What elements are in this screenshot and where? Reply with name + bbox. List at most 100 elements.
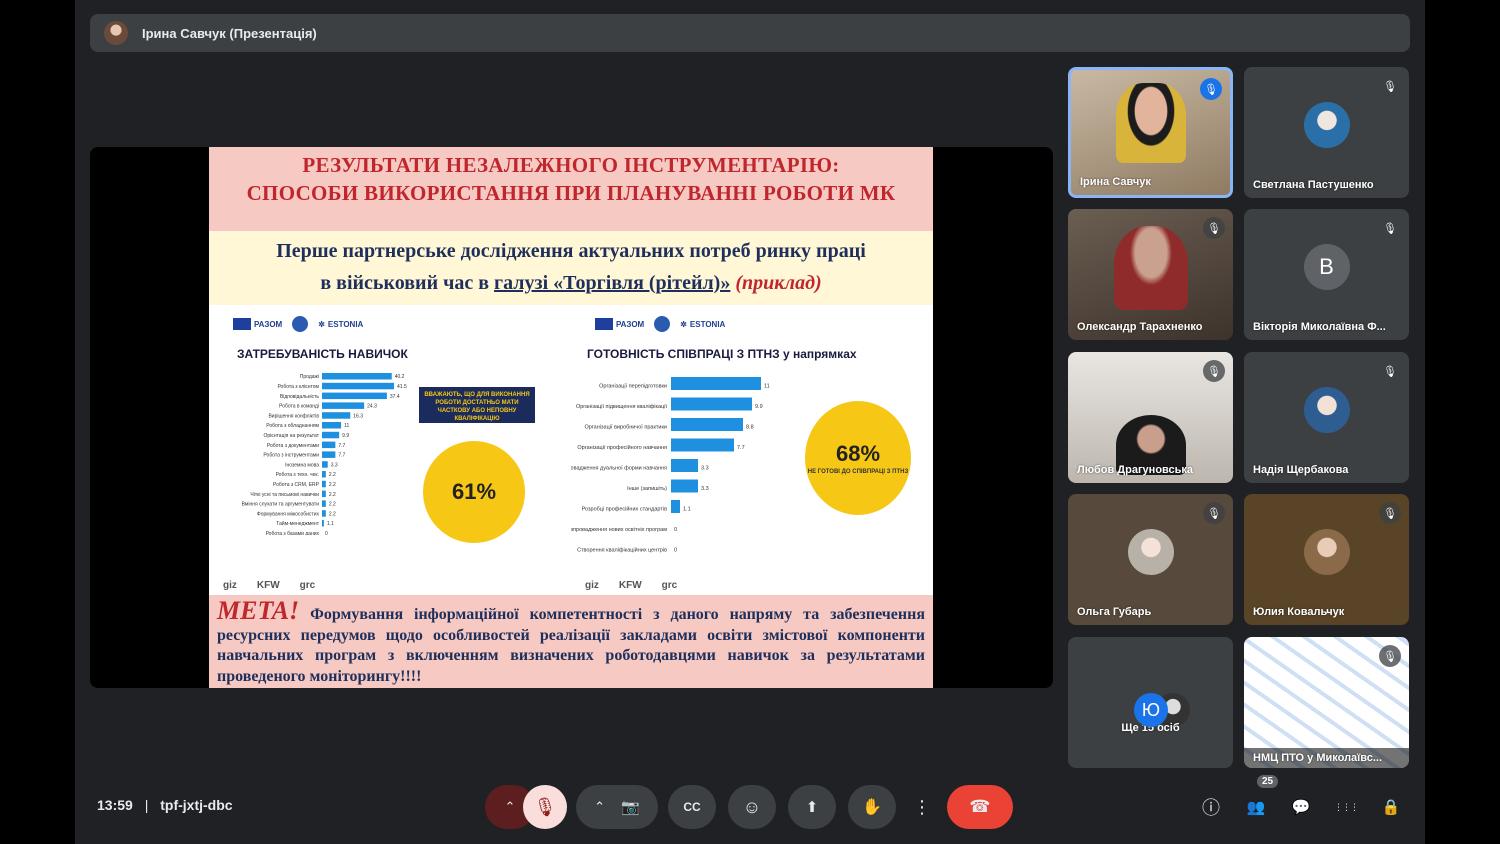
bar [322,500,326,507]
participant-avatar [1303,386,1350,433]
participant-avatar [1127,528,1174,575]
participants-count-badge: 25 [1257,775,1279,788]
right-percent-circle: 68% НЕ ГОТОВІ ДО СПІВПРАЦІ З ПТНЗ [805,401,911,515]
participant-tile-7[interactable]: 🎙 Юлия Ковальчук [1244,494,1409,625]
participant-tile-1[interactable]: 🎙 Светлана Пастушенко [1244,67,1409,198]
data-label: 1.1 [683,506,691,512]
participant-avatar [1303,101,1350,148]
data-label: 7.7 [338,453,345,459]
tick-label: Орієнтація на результат [263,433,319,439]
logo-giz: giz [223,580,237,591]
present-icon: ⬆ [805,799,819,816]
logo-kfw: KFW [256,580,280,591]
raise-hand-button[interactable]: ✋ [848,785,896,829]
logo-grc-right: grc [661,580,678,591]
data-label: 11 [764,383,770,389]
meeting-details-button[interactable]: ⓘ [1198,794,1224,820]
reactions-button[interactable]: ☺ [728,785,776,829]
mic-off-icon: 🎙 [1203,360,1225,382]
tick-label: Відповідальність [280,394,320,400]
emoji-icon: ☺ [742,796,762,817]
hangup-icon: ☎ [969,797,991,816]
tick-label: Розробці професійних стандартів [582,505,667,512]
more-options-button[interactable]: ⋮ [908,785,936,829]
participant-video [1115,82,1186,163]
tick-label: Організації підвищення кваліфікації [576,404,668,410]
participant-tile-6[interactable]: 🎙 Ольга Губарь [1068,494,1233,625]
mic-off-icon: 🎙 [1379,217,1401,239]
data-label: 0 [325,531,328,535]
participant-tile-2[interactable]: 🎙 Олександр Тарахненко [1068,209,1233,340]
tick-label: Робота з базами даних [266,531,320,535]
more-vert-icon: ⋮ [913,796,931,817]
bar [322,373,392,380]
mic-off-icon: 🎙 [1203,502,1225,524]
activities-button[interactable]: ⋮⋮⋮ [1333,794,1359,820]
right-percent: 68% [835,440,881,466]
more-participants-tile[interactable]: Ю Ще 15 осіб [1068,637,1233,768]
left-bottom-logos: giz KFW grc [223,580,315,591]
left-chart-title: ЗАТРЕБУВАНІСТЬ НАВИЧОК [237,347,408,361]
subtitle-part-c: (приклад) [730,272,822,294]
meeting-code: tpf-jxtj-dbc [160,797,233,813]
data-label: 16.3 [353,413,363,419]
tick-label: Робота з документами [267,443,319,449]
camera-group[interactable]: ⌃ 📷 [576,785,658,829]
bar [671,459,698,472]
participant-name: Олександр Тарахненко [1077,321,1203,333]
tick-label: Робота з клієнтом [277,384,319,390]
data-label: 7.7 [338,443,345,449]
bar [671,397,752,411]
data-label: 37.4 [390,394,400,400]
captions-button[interactable]: CC [668,785,716,829]
tick-label: Інше (запишіть) [627,486,667,492]
chevron-up-icon: ⌃ [504,799,516,814]
tick-label: Чіткі усні та письмові навички [250,492,319,498]
data-label: 3.3 [331,462,338,468]
participant-name: Ірина Савчук [1080,176,1151,188]
data-label: 11 [344,423,349,429]
slide-subtitle: Перше партнерське дослідження актуальних… [209,231,933,305]
participant-name: НМЦ ПТО у Миколаївс... [1244,748,1409,768]
goal-word: МЕТА! [217,596,300,625]
participant-video [1113,225,1188,310]
leave-call-button[interactable]: ☎ [947,785,1013,829]
tick-label: Впровадження дуальної форми навчання [571,465,667,471]
slide-goal: МЕТА! Формування інформаційної компетент… [209,595,933,688]
bar [322,431,340,439]
participant-tile-4[interactable]: 🎙 Любов Драгуновська [1068,352,1233,483]
captions-icon: CC [683,800,701,814]
separator: | [144,797,149,813]
chat-button[interactable]: 💬 [1288,794,1314,820]
present-button[interactable]: ⬆ [788,785,836,829]
participant-initial-avatar: В [1303,243,1350,290]
host-controls-button[interactable]: 🔒 [1378,794,1404,820]
tick-label: Продажі [300,374,319,380]
participant-tile-3[interactable]: В 🎙 Вікторія Миколаївна Ф... [1244,209,1409,340]
data-label: 2.2 [329,492,336,498]
tick-label: Організації перепідготовки [599,383,667,389]
mic-toggle-button[interactable]: 🎙 [523,785,567,829]
people-button[interactable]: 👥 [1243,794,1269,820]
participant-tile-0[interactable]: 🎙 Ірина Савчук [1068,67,1233,198]
bar [671,377,761,390]
participant-name: Ольга Губарь [1077,606,1152,618]
right-bottom-logos: giz KFW grc [585,580,677,591]
presentation-view[interactable]: РЕЗУЛЬТАТИ НЕЗАЛЕЖНОГО ІНСТРУМЕНТАРІЮ: С… [90,147,1053,688]
tick-label: Робота з CRM, ERP [273,482,320,488]
logo-estonia: ✲ ESTONIA [318,319,364,329]
left-bar-chart: Продажі 40.2 Робота з клієнтом 41.5 Відповід… [242,373,407,535]
data-label: 9.9 [342,433,349,439]
bar [322,392,387,400]
presenter-bar: Ірина Савчук (Презентація) [90,14,1410,52]
meeting-info: 13:59 | tpf-jxtj-dbc [97,797,233,813]
logo-grc: grc [299,580,316,591]
slide-title-line2: СПОСОБИ ВИКОРИСТАННЯ ПРИ ПЛАНУВАННІ РОБО… [246,181,896,205]
globe-logo-icon [654,316,671,332]
bar [322,471,326,478]
mic-off-icon: 🎙 [1379,75,1401,97]
mic-off-icon: 🎙 [1379,360,1401,382]
people-icon: 👥 [1246,799,1266,816]
participant-tile-9[interactable]: 🎙 НМЦ ПТО у Миколаївс... [1244,637,1409,768]
participant-tile-5[interactable]: 🎙 Надія Щербакова [1244,352,1409,483]
